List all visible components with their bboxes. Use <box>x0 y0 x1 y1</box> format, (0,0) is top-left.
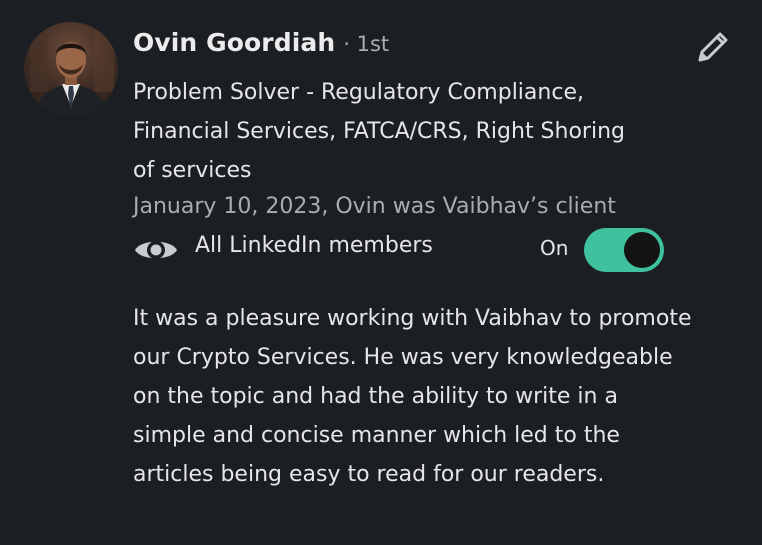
recommender-header: Ovin Goordiah · 1st <box>133 28 389 57</box>
visibility-toggle[interactable] <box>584 228 664 272</box>
toggle-state-label: On <box>540 236 569 260</box>
recommender-headline: Problem Solver - Regulatory Compliance, … <box>133 80 625 183</box>
pencil-icon[interactable] <box>688 24 736 72</box>
recommender-name[interactable]: Ovin Goordiah <box>133 28 335 57</box>
toggle-knob[interactable] <box>624 232 660 268</box>
avatar[interactable] <box>24 22 118 116</box>
connection-degree: · 1st <box>343 32 390 56</box>
visibility-setting: All LinkedIn members On <box>133 228 673 272</box>
recommendation-text: It was a pleasure working with Vaibhav t… <box>133 306 692 487</box>
visibility-label: All LinkedIn members <box>195 233 433 258</box>
eye-icon <box>133 234 179 266</box>
recommendation-date-relation: January 10, 2023, Ovin was Vaibhav’s cli… <box>133 194 616 219</box>
